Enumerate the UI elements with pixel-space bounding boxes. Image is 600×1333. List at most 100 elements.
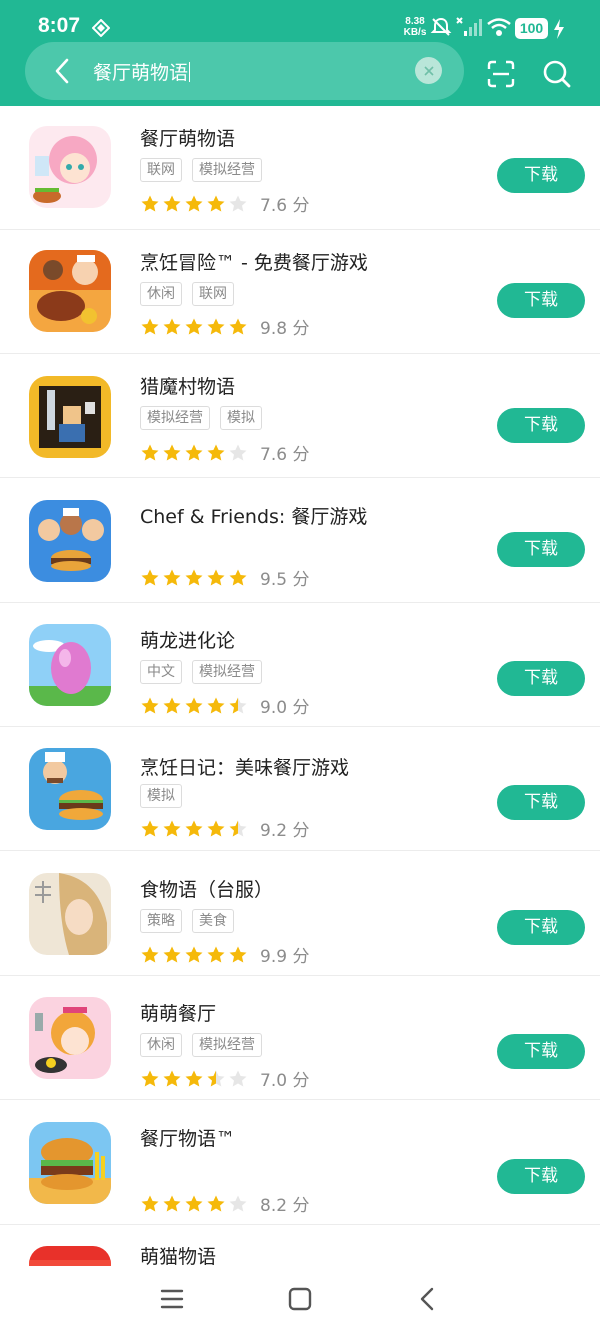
star-rating bbox=[140, 945, 250, 965]
back-triangle-icon[interactable] bbox=[413, 1284, 443, 1314]
star-filled-icon bbox=[185, 444, 203, 460]
signal-icon bbox=[456, 17, 482, 36]
download-button[interactable]: 下载 bbox=[497, 1159, 585, 1194]
app-score: 8.2 分 bbox=[260, 1196, 310, 1216]
clear-search-button[interactable] bbox=[415, 57, 442, 84]
status-time: 8:07 bbox=[38, 14, 81, 37]
burger-fries-icon[interactable] bbox=[29, 1122, 111, 1204]
cook-girl-icon[interactable] bbox=[29, 997, 111, 1079]
star-filled-icon bbox=[141, 697, 159, 713]
app-title[interactable]: 餐厅萌物语 bbox=[140, 124, 235, 151]
download-button[interactable]: 下载 bbox=[497, 1034, 585, 1069]
download-button[interactable]: 下载 bbox=[497, 408, 585, 443]
star-filled-icon bbox=[185, 318, 203, 334]
star-empty-icon bbox=[229, 1070, 247, 1086]
star-filled-icon bbox=[185, 820, 203, 836]
menu-icon[interactable] bbox=[157, 1284, 187, 1314]
star-filled-icon bbox=[207, 1195, 225, 1211]
app-title[interactable]: 烹饪日记：美味餐厅游戏 bbox=[140, 753, 349, 780]
star-filled-icon bbox=[229, 569, 247, 585]
scan-icon[interactable] bbox=[486, 59, 516, 89]
star-filled-icon bbox=[163, 1195, 181, 1211]
rating: 9.5 分 bbox=[140, 565, 309, 590]
search-icon[interactable] bbox=[542, 59, 572, 89]
chef-burger-icon[interactable] bbox=[29, 748, 111, 830]
star-filled-icon bbox=[163, 697, 181, 713]
app-title[interactable]: 猎魔村物语 bbox=[140, 372, 235, 399]
star-filled-icon bbox=[207, 820, 225, 836]
app-tags: 策略 美食 bbox=[140, 909, 234, 933]
rating: 7.6 分 bbox=[140, 440, 309, 465]
star-filled-icon bbox=[207, 697, 225, 713]
text-cursor bbox=[189, 62, 191, 82]
list-item[interactable]: 烹饪冒险™ - 免费餐厅游戏 休闲 联网 9.8 分 下载 bbox=[0, 230, 600, 354]
list-item[interactable]: 餐厅萌物语 联网 模拟经营 7.6 分 下载 bbox=[0, 106, 600, 230]
star-rating bbox=[140, 1069, 250, 1089]
app-score: 9.8 分 bbox=[260, 319, 310, 339]
app-title[interactable]: 烹饪冒险™ - 免费餐厅游戏 bbox=[140, 248, 368, 275]
list-item[interactable]: 猎魔村物语 模拟经营 模拟 7.6 分 下载 bbox=[0, 354, 600, 478]
star-filled-icon bbox=[163, 569, 181, 585]
home-square-icon[interactable] bbox=[285, 1284, 315, 1314]
app-title[interactable]: 萌猫物语 bbox=[140, 1242, 216, 1266]
tag: 模拟经营 bbox=[140, 406, 210, 430]
app-title[interactable]: 食物语（台服） bbox=[140, 875, 273, 902]
pixel-warrior-icon[interactable] bbox=[29, 376, 111, 458]
star-rating bbox=[140, 568, 250, 588]
app-title[interactable]: Chef & Friends: 餐厅游戏 bbox=[140, 502, 367, 529]
back-button[interactable] bbox=[47, 55, 77, 87]
download-button[interactable]: 下载 bbox=[497, 910, 585, 945]
app-score: 7.6 分 bbox=[260, 445, 310, 465]
dragon-egg-icon[interactable] bbox=[29, 624, 111, 706]
burger-friends-icon[interactable] bbox=[29, 500, 111, 582]
app-title[interactable]: 餐厅物语™ bbox=[140, 1124, 235, 1151]
app-tags: 休闲 联网 bbox=[140, 282, 234, 306]
steak-chef-icon[interactable] bbox=[29, 250, 111, 332]
charging-icon bbox=[554, 19, 564, 39]
wifi-icon bbox=[487, 18, 511, 36]
app-tags: 中文 模拟经营 bbox=[140, 660, 262, 684]
app-title[interactable]: 萌龙进化论 bbox=[140, 626, 235, 653]
tag: 联网 bbox=[192, 282, 234, 306]
list-item[interactable]: Chef & Friends: 餐厅游戏 9.5 分 下载 bbox=[0, 479, 600, 603]
download-button[interactable]: 下载 bbox=[497, 785, 585, 820]
star-filled-icon bbox=[207, 569, 225, 585]
app-score: 9.0 分 bbox=[260, 698, 310, 718]
star-filled-icon bbox=[141, 195, 159, 211]
download-button[interactable]: 下载 bbox=[497, 158, 585, 193]
battery-indicator: 100 bbox=[515, 18, 548, 39]
list-item[interactable]: 萌萌餐厅 休闲 模拟经营 7.0 分 下载 bbox=[0, 976, 600, 1100]
star-filled-icon bbox=[207, 444, 225, 460]
list-item[interactable]: 烹饪日记：美味餐厅游戏 模拟 9.2 分 下载 bbox=[0, 727, 600, 851]
tag: 美食 bbox=[192, 909, 234, 933]
anime-character-icon[interactable] bbox=[29, 873, 111, 955]
rating: 9.2 分 bbox=[140, 816, 309, 841]
download-button[interactable]: 下载 bbox=[497, 532, 585, 567]
tag: 模拟经营 bbox=[192, 660, 262, 684]
app-title[interactable]: 萌萌餐厅 bbox=[140, 999, 216, 1026]
star-filled-icon bbox=[229, 946, 247, 962]
app-tags: 模拟经营 模拟 bbox=[140, 406, 262, 430]
download-button[interactable]: 下载 bbox=[497, 283, 585, 318]
star-rating bbox=[140, 819, 250, 839]
list-item[interactable]: 食物语（台服） 策略 美食 9.9 分 下载 bbox=[0, 852, 600, 976]
star-half-icon bbox=[229, 697, 247, 713]
list-item[interactable]: 萌龙进化论 中文 模拟经营 9.0 分 下载 bbox=[0, 603, 600, 727]
tag: 联网 bbox=[140, 158, 182, 182]
cat-app-icon[interactable] bbox=[29, 1246, 111, 1266]
anime-chef-girl-icon[interactable] bbox=[29, 126, 111, 208]
star-rating bbox=[140, 443, 250, 463]
system-navigation-bar bbox=[0, 1266, 600, 1333]
app-tags: 休闲 模拟经营 bbox=[140, 1033, 262, 1057]
search-input[interactable]: 餐厅萌物语 bbox=[93, 58, 191, 85]
list-item[interactable]: 餐厅物语™ 8.2 分 下载 bbox=[0, 1101, 600, 1225]
search-bar: 餐厅萌物语 bbox=[25, 42, 464, 100]
star-filled-icon bbox=[141, 1070, 159, 1086]
tag: 模拟 bbox=[220, 406, 262, 430]
star-filled-icon bbox=[185, 946, 203, 962]
rating: 9.0 分 bbox=[140, 693, 309, 718]
download-button[interactable]: 下载 bbox=[497, 661, 585, 696]
star-filled-icon bbox=[185, 1195, 203, 1211]
list-item[interactable]: 萌猫物语 bbox=[0, 1225, 600, 1266]
tag: 模拟经营 bbox=[192, 158, 262, 182]
